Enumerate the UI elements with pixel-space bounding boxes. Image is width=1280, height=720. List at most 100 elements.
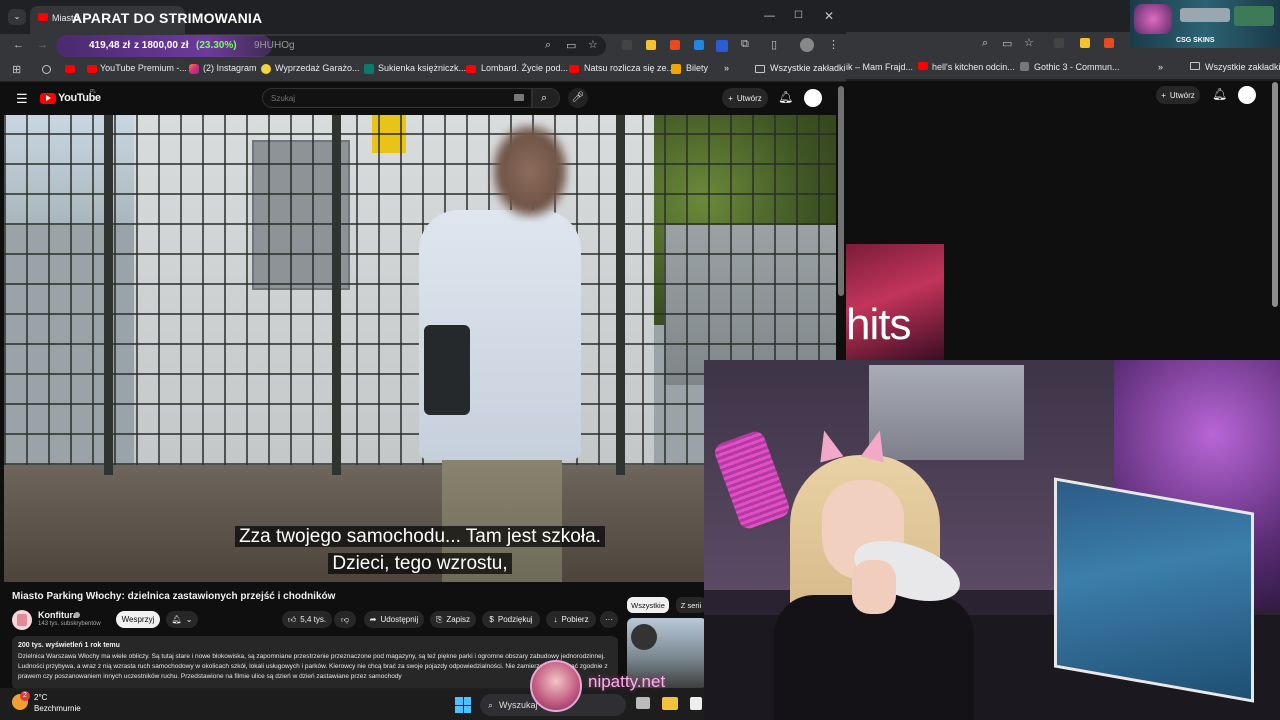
scrollbar[interactable] <box>838 86 844 296</box>
extension-icon[interactable] <box>694 40 704 50</box>
channel-name[interactable]: Konfitura <box>38 610 78 620</box>
create-label: Utwórz <box>736 93 762 103</box>
bookmark-item[interactable]: Lombard. Życie pod... <box>481 63 568 73</box>
avatar[interactable] <box>804 89 822 107</box>
save-icon: ⎘ <box>436 614 443 624</box>
thumbs-up-icon: 👍︎ <box>287 614 297 624</box>
windows-start-icon[interactable] <box>455 697 471 713</box>
apps-icon[interactable]: ⊞ <box>12 63 21 76</box>
chip-series[interactable]: Z serii <box>676 597 706 613</box>
skin-image <box>1134 4 1172 34</box>
webcam-scene <box>852 560 896 614</box>
video-scene <box>104 115 113 475</box>
maximize-icon[interactable]: ☐ <box>794 10 803 21</box>
extension-icon[interactable] <box>1104 38 1114 48</box>
tab-search-icon[interactable]: ⌄ <box>8 9 26 25</box>
temperature[interactable]: 2°C <box>34 693 47 702</box>
search-icon: ⌕ <box>488 699 494 710</box>
create-button[interactable]: + Utwórz <box>1156 86 1200 104</box>
create-button[interactable]: + Utwórz <box>722 88 768 108</box>
bell-icon[interactable]: 🔔︎ <box>778 90 793 104</box>
video-title: Miasto Parking Włochy: dzielnica zastawi… <box>12 591 336 602</box>
download-label: Pobierz <box>561 615 589 624</box>
folder-icon <box>755 65 765 73</box>
chip-all[interactable]: Wszystkie <box>627 597 669 613</box>
bookmarks-more[interactable]: » <box>724 63 729 73</box>
more-icon: ··· <box>605 615 613 624</box>
channel-avatar[interactable] <box>12 610 32 630</box>
bell-icon[interactable]: 🔔︎ <box>1212 87 1227 101</box>
thanks-button[interactable]: $ Podziękuj <box>482 611 540 628</box>
youtube-icon[interactable] <box>65 65 75 73</box>
extension-icon[interactable] <box>1080 38 1090 48</box>
extension-icon[interactable] <box>670 40 680 50</box>
star-icon[interactable]: ☆ <box>588 38 598 51</box>
bookmark-item[interactable]: Bilety <box>686 63 708 73</box>
file-explorer-icon[interactable] <box>662 697 678 710</box>
like-button[interactable]: 👍︎ 5,4 tys. <box>282 611 332 628</box>
back-icon[interactable]: ← <box>13 39 24 51</box>
widget-label: CSG SKINS <box>1176 37 1215 44</box>
sidepanel-icon[interactable]: ▯ <box>771 38 777 51</box>
bookmark-item[interactable]: hell's kitchen odcin... <box>932 62 1015 72</box>
thanks-label: Podziękuj <box>497 615 533 624</box>
skin-image <box>1234 6 1274 26</box>
verified-icon <box>74 612 80 618</box>
thumbs-down-icon: 👎︎ <box>340 614 350 624</box>
support-button[interactable]: Wesprzyj <box>116 611 160 628</box>
stream-label: APARAT DO STRIMOWANIA <box>72 10 263 26</box>
puzzle-icon[interactable]: ⧉ <box>741 38 749 51</box>
bookmark-item[interactable]: ik – Mam Frajd... <box>846 62 913 72</box>
extension-icon[interactable] <box>1054 38 1064 48</box>
install-icon[interactable]: ▭ <box>566 39 576 52</box>
close-icon[interactable]: ✕ <box>824 9 834 23</box>
taskbar-app-icon[interactable] <box>690 697 702 710</box>
globe-icon[interactable] <box>42 65 51 74</box>
dislike-button[interactable]: 👎︎ <box>334 611 356 628</box>
zoom-icon[interactable]: ⌕ <box>545 39 551 52</box>
channel-logo-icon <box>17 614 27 626</box>
menu-icon[interactable]: ⋮ <box>828 38 839 51</box>
bookmark-favicon-icon <box>671 64 681 74</box>
scrollbar[interactable] <box>1272 82 1278 307</box>
avatar[interactable] <box>1238 86 1256 104</box>
youtube-logo-icon[interactable] <box>40 93 56 104</box>
bookmark-item[interactable]: Wyprzedaż Garażo... <box>275 63 359 73</box>
more-actions-button[interactable]: ··· <box>600 611 618 628</box>
star-icon[interactable]: ☆ <box>1024 36 1034 49</box>
all-bookmarks[interactable]: Wszystkie zakładki <box>770 63 846 73</box>
profile-avatar[interactable] <box>800 38 814 52</box>
weather-condition[interactable]: Bezchmurnie <box>34 704 81 713</box>
keyboard-icon[interactable] <box>514 94 524 101</box>
bookmark-item[interactable]: YouTube Premium -... <box>100 63 187 73</box>
save-button[interactable]: ⎘ Zapisz <box>430 611 476 628</box>
minimize-icon[interactable]: — <box>764 10 775 22</box>
extension-icon[interactable] <box>646 40 656 50</box>
search-button[interactable]: ⌕ <box>532 88 560 108</box>
bookmark-item[interactable]: Natsu rozlicza się ze... <box>584 63 674 73</box>
zoom-icon[interactable]: ⌕ <box>982 37 988 50</box>
share-button[interactable]: ➦ Udostępnij <box>364 611 424 628</box>
bookmarks-more[interactable]: » <box>1158 62 1163 72</box>
install-icon[interactable]: ▭ <box>1002 37 1012 50</box>
extension-icon[interactable] <box>622 40 632 50</box>
task-view-icon[interactable] <box>636 697 650 709</box>
bookmark-item[interactable]: Gothic 3 - Commun... <box>1034 62 1120 72</box>
save-label: Zapisz <box>446 615 470 624</box>
download-icon: ↓ <box>553 615 558 624</box>
forward-icon[interactable]: → <box>37 39 48 51</box>
extension-icon[interactable] <box>716 40 728 52</box>
download-button[interactable]: ↓ Pobierz <box>546 611 596 628</box>
bookmark-item[interactable]: Sukienka księżniczk... <box>378 63 466 73</box>
all-bookmarks[interactable]: Wszystkie zakładki <box>1205 62 1280 72</box>
youtube-icon <box>918 62 928 70</box>
notifications-button[interactable]: 🔔︎ ⌄ <box>166 611 198 628</box>
microphone-icon[interactable]: 🎤︎ <box>568 88 588 108</box>
subtitle-text: Dzieci, tego wzrostu, <box>328 553 512 574</box>
hamburger-menu-icon[interactable]: ☰ <box>16 91 28 107</box>
subtitle-text: Zza twojego samochodu... Tam jest szkoła… <box>235 526 605 547</box>
bookmark-item[interactable]: (2) Instagram <box>203 63 257 73</box>
globe-icon <box>1020 62 1029 71</box>
share-label: Udostępnij <box>380 615 419 624</box>
search-input[interactable] <box>262 88 532 108</box>
